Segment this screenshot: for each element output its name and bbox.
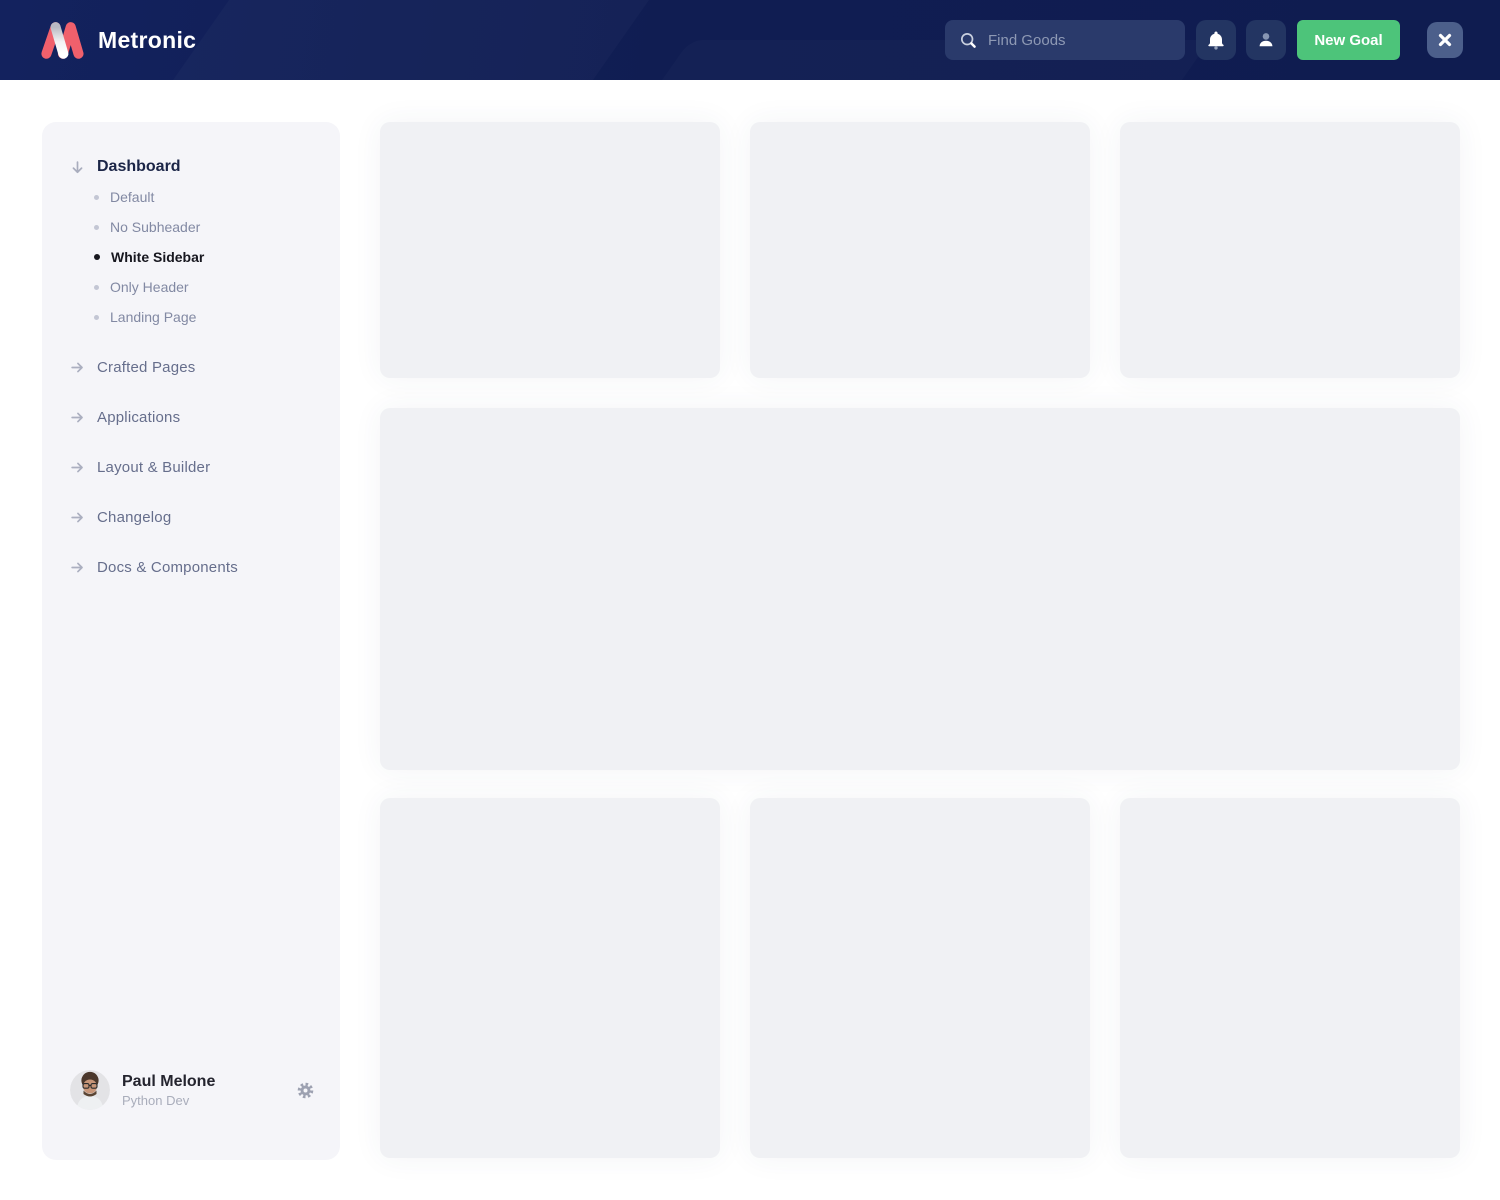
account-button[interactable] <box>1246 20 1286 60</box>
sidebar-item-dashboard[interactable]: Dashboard <box>42 152 340 182</box>
arrow-right-icon <box>70 510 85 525</box>
settings-button[interactable] <box>294 1079 316 1101</box>
placeholder-card <box>380 122 720 378</box>
bell-icon <box>1206 30 1226 51</box>
user-meta: Paul Melone Python Dev <box>122 1072 294 1108</box>
sidebar-nav: Dashboard Default No Subheader White Sid… <box>42 122 340 582</box>
sidebar-item-no-subheader[interactable]: No Subheader <box>42 212 340 242</box>
user-name: Paul Melone <box>122 1072 216 1090</box>
sidebar-item-label: No Subheader <box>110 219 201 235</box>
bullet-icon <box>94 314 99 320</box>
sidebar-item-label: Changelog <box>97 508 172 526</box>
header-search[interactable] <box>945 20 1185 60</box>
sidebar-item-landing-page[interactable]: Landing Page <box>42 302 340 332</box>
sidebar-item-label: Applications <box>97 408 181 426</box>
user-icon <box>1256 30 1276 50</box>
placeholder-card <box>380 798 720 1158</box>
bullet-icon <box>94 194 99 200</box>
gear-icon <box>296 1081 315 1100</box>
search-input[interactable] <box>988 31 1158 49</box>
placeholder-card <box>1120 122 1460 378</box>
sidebar-item-label: Default <box>110 189 155 205</box>
sidebar-item-label: Crafted Pages <box>97 358 196 376</box>
arrow-right-icon <box>70 460 85 475</box>
sidebar-item-label: Dashboard <box>97 158 181 175</box>
sidebar-item-label: Layout & Builder <box>97 458 211 476</box>
app-window: Metronic Find Goods New Goal Dashboard D… <box>0 0 1500 1200</box>
sidebar-item-only-header[interactable]: Only Header <box>42 272 340 302</box>
sidebar-item-crafted-pages[interactable]: Crafted Pages <box>42 352 340 382</box>
placeholder-card <box>1120 798 1460 1158</box>
avatar <box>70 1070 110 1110</box>
bullet-icon <box>94 284 99 290</box>
brand-name: Metronic <box>98 26 197 53</box>
sidebar-item-white-sidebar[interactable]: White Sidebar <box>42 242 340 272</box>
close-button[interactable] <box>1427 22 1463 58</box>
user-role: Python Dev <box>122 1093 190 1109</box>
placeholder-card <box>750 798 1090 1158</box>
placeholder-card-wide <box>380 408 1460 770</box>
sidebar-item-label: White Sidebar <box>111 249 205 265</box>
sidebar-item-label: Only Header <box>110 279 189 295</box>
top-header: Metronic Find Goods New Goal <box>0 0 1500 80</box>
arrow-right-icon <box>70 410 85 425</box>
arrow-right-icon <box>70 360 85 375</box>
sidebar-item-changelog[interactable]: Changelog <box>42 502 340 532</box>
sidebar: Dashboard Default No Subheader White Sid… <box>42 122 340 1160</box>
search-icon <box>959 31 978 50</box>
user-profile[interactable]: Paul Melone Python Dev <box>70 1070 316 1110</box>
sidebar-item-docs-components[interactable]: Docs & Components <box>42 552 340 582</box>
metronic-logo-icon <box>40 18 84 62</box>
arrow-right-icon <box>70 560 85 575</box>
bullet-icon <box>94 254 100 260</box>
new-goal-button[interactable]: New Goal <box>1297 20 1400 60</box>
placeholder-card <box>750 122 1090 378</box>
arrow-down-icon <box>70 160 85 175</box>
sidebar-item-label: Landing Page <box>110 309 197 325</box>
sidebar-item-layout-builder[interactable]: Layout & Builder <box>42 452 340 482</box>
sidebar-item-applications[interactable]: Applications <box>42 402 340 432</box>
brand[interactable]: Metronic <box>40 18 196 62</box>
close-icon <box>1436 31 1454 49</box>
notifications-button[interactable] <box>1196 20 1236 60</box>
bullet-icon <box>94 224 99 230</box>
sidebar-item-default[interactable]: Default <box>42 182 340 212</box>
sidebar-item-label: Docs & Components <box>97 558 238 576</box>
